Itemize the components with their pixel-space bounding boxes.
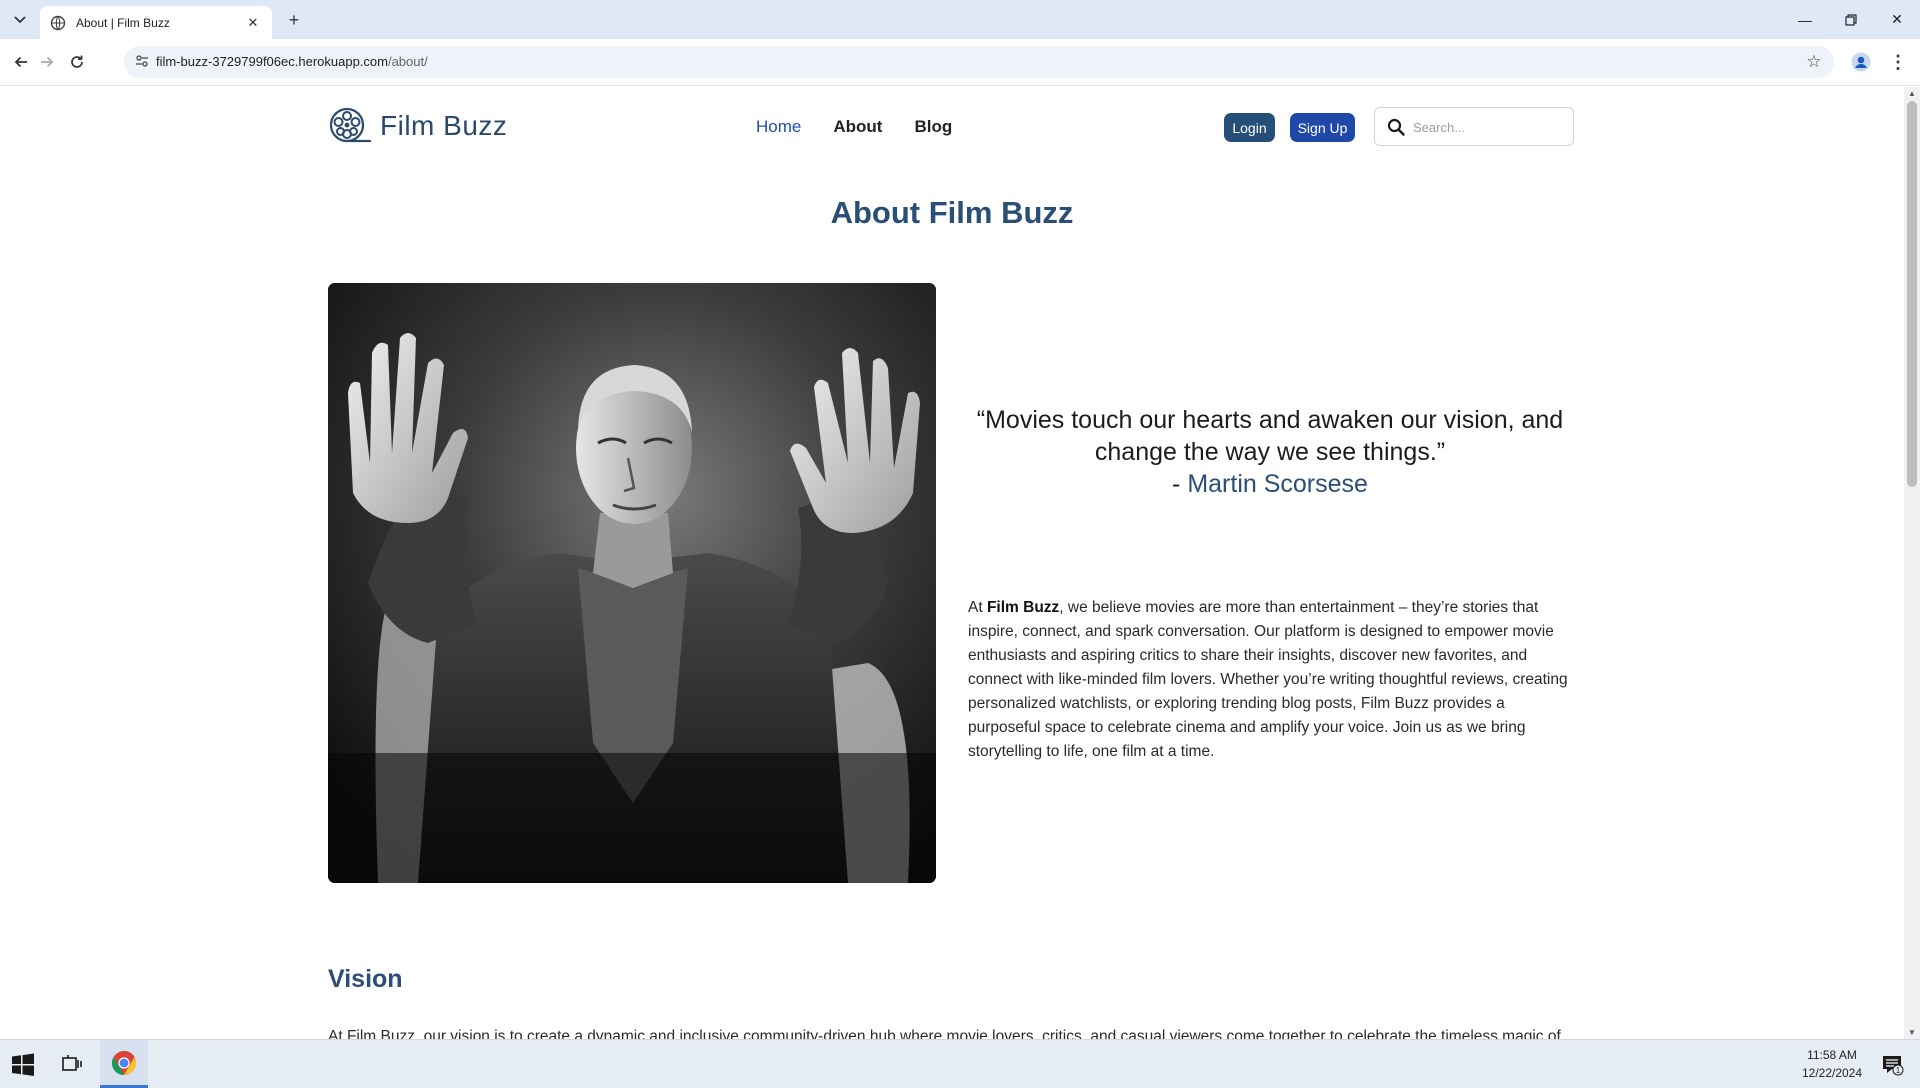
quote-text: “Movies touch our hearts and awaken our … bbox=[976, 406, 1564, 466]
globe-icon bbox=[50, 15, 66, 31]
new-tab-plus-icon[interactable]: + bbox=[282, 8, 306, 32]
window-close-icon[interactable]: ✕ bbox=[1874, 0, 1920, 39]
nav-home-link[interactable]: Home bbox=[756, 117, 801, 137]
quote-attribution: - Martin Scorsese bbox=[1172, 470, 1368, 498]
tab-search-chevron-icon[interactable] bbox=[8, 9, 32, 31]
scroll-down-arrow-icon[interactable]: ▼ bbox=[1908, 1028, 1916, 1037]
clock-time: 11:58 AM bbox=[1807, 1048, 1857, 1062]
browser-menu-icon[interactable]: ⋮ bbox=[1886, 50, 1910, 74]
scroll-up-arrow-icon[interactable]: ▲ bbox=[1908, 89, 1916, 98]
scrollbar-thumb[interactable] bbox=[1907, 101, 1917, 487]
brand-name: Film Buzz bbox=[380, 110, 508, 141]
vision-heading: Vision bbox=[328, 965, 403, 993]
bookmark-star-icon[interactable]: ☆ bbox=[1802, 50, 1826, 74]
nav-about-link[interactable]: About bbox=[833, 117, 882, 137]
task-view-icon[interactable] bbox=[60, 1052, 84, 1076]
address-bar[interactable]: film-buzz-3729799f06ec.herokuapp.com/abo… bbox=[124, 46, 1834, 78]
page-viewport: Film Buzz Home About Blog Login Sign Up … bbox=[0, 87, 1904, 1039]
profile-avatar-icon[interactable] bbox=[1849, 50, 1873, 74]
notification-center-icon[interactable]: 1 bbox=[1880, 1052, 1904, 1076]
windows-start-icon[interactable] bbox=[10, 1052, 36, 1078]
browser-tab-bar: About | Film Buzz ✕ + — ✕ bbox=[0, 0, 1920, 39]
director-portrait-image bbox=[328, 283, 936, 883]
page-title: About Film Buzz bbox=[830, 195, 1074, 230]
sign-up-button[interactable]: Sign Up bbox=[1290, 113, 1355, 142]
quote-author-name: Martin Scorsese bbox=[1187, 470, 1368, 498]
intro-brand-name: Film Buzz bbox=[986, 599, 1060, 616]
featured-quote: “Movies touch our hearts and awaken our … bbox=[968, 404, 1572, 500]
film-reel-logo-icon bbox=[329, 107, 372, 143]
windows-taskbar: 11:58 AM 12/22/2024 1 bbox=[0, 1039, 1920, 1088]
url-text: film-buzz-3729799f06ec.herokuapp.com/abo… bbox=[156, 54, 428, 69]
site-header: Film Buzz Home About Blog Login Sign Up bbox=[0, 87, 1904, 167]
page-scrollbar[interactable]: ▲ ▼ bbox=[1904, 87, 1920, 1039]
reload-icon[interactable] bbox=[64, 49, 90, 75]
search-icon[interactable] bbox=[1387, 118, 1405, 136]
search-box bbox=[1374, 107, 1574, 146]
back-arrow-icon[interactable] bbox=[8, 49, 34, 75]
taskbar-clock[interactable]: 11:58 AM 12/22/2024 bbox=[1792, 1046, 1872, 1082]
site-info-icon[interactable] bbox=[134, 53, 152, 71]
site-logo[interactable]: Film Buzz bbox=[328, 106, 507, 146]
search-input[interactable] bbox=[1413, 116, 1563, 138]
intro-paragraph: At Film Buzz, we believe movies are more… bbox=[968, 599, 1568, 760]
minimize-icon[interactable]: — bbox=[1782, 0, 1828, 39]
active-browser-tab[interactable]: About | Film Buzz ✕ bbox=[40, 6, 272, 39]
window-controls: — ✕ bbox=[1782, 0, 1920, 39]
svg-text:1: 1 bbox=[1896, 1066, 1901, 1075]
tab-close-icon[interactable]: ✕ bbox=[244, 15, 262, 31]
restore-icon[interactable] bbox=[1828, 0, 1874, 39]
taskbar-chrome-icon[interactable] bbox=[100, 1040, 148, 1088]
clock-date: 12/22/2024 bbox=[1801, 1066, 1863, 1080]
login-button[interactable]: Login bbox=[1224, 113, 1275, 142]
browser-toolbar: film-buzz-3729799f06ec.herokuapp.com/abo… bbox=[0, 39, 1920, 86]
vision-paragraph: At Film Buzz, our vision is to create a … bbox=[328, 1028, 1561, 1039]
nav-blog-link[interactable]: Blog bbox=[914, 117, 952, 137]
main-nav: Home About Blog bbox=[756, 117, 952, 137]
forward-arrow-icon[interactable] bbox=[34, 49, 60, 75]
tab-title: About | Film Buzz bbox=[76, 15, 170, 30]
